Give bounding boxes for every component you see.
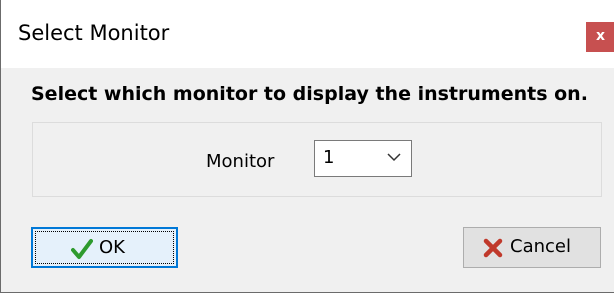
chevron-down-icon	[387, 153, 401, 162]
cancel-button-label: Cancel	[510, 236, 571, 257]
ok-button-label: OK	[99, 237, 125, 258]
cancel-button[interactable]: Cancel	[463, 227, 601, 268]
monitor-select[interactable]: 1	[314, 140, 412, 177]
monitor-select-value: 1	[323, 147, 335, 168]
close-button[interactable]: x	[586, 22, 614, 52]
instruction-heading: Select which monitor to display the inst…	[31, 83, 588, 105]
ok-button[interactable]: OK	[31, 227, 178, 268]
select-monitor-dialog: Select Monitor x Select which monitor to…	[0, 0, 614, 293]
title-bar[interactable]: Select Monitor x	[1, 0, 614, 68]
monitor-label: Monitor	[206, 151, 275, 172]
checkmark-icon	[71, 239, 93, 259]
x-icon	[483, 238, 503, 258]
window-title: Select Monitor	[18, 21, 170, 45]
